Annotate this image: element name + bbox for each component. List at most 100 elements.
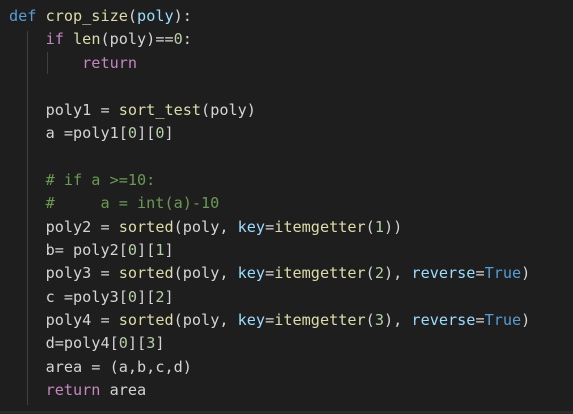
code-token: poly3 — [9, 264, 101, 283]
code-token: = — [100, 217, 110, 236]
code-token: sort_test — [118, 100, 202, 119]
code-token: itemgetter — [274, 264, 366, 283]
code-token: ) — [521, 311, 531, 330]
code-token: return — [82, 53, 138, 72]
code-lines[interactable]: def crop_size(poly): if len(poly)==0: re… — [9, 5, 573, 403]
code-token: area — [9, 357, 92, 376]
code-token: b — [9, 240, 55, 259]
code-token: reverse — [411, 264, 476, 283]
code-token: (poly, — [173, 264, 238, 283]
code-line[interactable]: if len(poly)==0: — [9, 28, 573, 51]
code-token: = — [63, 123, 74, 142]
code-line[interactable]: ​ — [9, 75, 573, 98]
code-token: (poly) — [100, 30, 156, 49]
code-token: poly2 — [9, 217, 101, 236]
code-line[interactable]: ​ — [9, 145, 573, 168]
code-token: a — [9, 123, 64, 142]
code-token: 0 — [118, 334, 128, 353]
code-token: (poly, — [173, 311, 238, 330]
code-token: ( — [127, 7, 138, 25]
code-token: if — [45, 30, 64, 49]
code-token: 1 — [374, 217, 384, 236]
code-token: True — [484, 311, 522, 330]
code-token: ), — [383, 311, 412, 330]
code-token: 0 — [127, 123, 138, 142]
code-token: key — [237, 264, 266, 283]
code-token: = — [265, 264, 275, 283]
code-token: = — [100, 264, 110, 283]
code-token: itemgetter — [274, 217, 366, 236]
code-token: 3 — [146, 334, 156, 353]
code-token: = — [54, 240, 64, 259]
code-editor[interactable]: def crop_size(poly): if len(poly)==0: re… — [0, 0, 573, 414]
code-token: # if a >=10: — [45, 170, 156, 189]
code-line[interactable]: return — [9, 52, 573, 75]
code-token: = — [100, 100, 110, 119]
code-line[interactable]: b= poly2[0][1] — [9, 239, 573, 262]
code-token: c — [9, 287, 64, 306]
code-token: ][ — [137, 123, 156, 142]
code-token: key — [237, 311, 266, 330]
code-line[interactable]: poly4 = sorted(poly, key=itemgetter(3), … — [9, 309, 573, 332]
code-line[interactable]: poly3 = sorted(poly, key=itemgetter(2), … — [9, 262, 573, 285]
code-token: poly — [137, 7, 174, 25]
code-token: ][ — [127, 334, 147, 353]
code-token: ( — [365, 217, 375, 236]
code-token: 0 — [127, 287, 138, 306]
code-token: = — [100, 311, 110, 330]
code-token: 2 — [374, 264, 384, 283]
code-token: ] — [164, 287, 174, 306]
code-token: (a,b,c,d) — [100, 357, 192, 376]
code-token: itemgetter — [274, 311, 366, 330]
code-token: == — [155, 30, 174, 49]
code-token: = — [475, 264, 485, 283]
code-token: 3 — [374, 311, 384, 330]
code-line[interactable]: return area — [9, 379, 573, 402]
code-token: ][ — [137, 287, 156, 306]
code-token: key — [237, 217, 266, 236]
code-line[interactable]: c =poly3[0][2] — [9, 286, 573, 309]
code-token: len — [73, 30, 101, 49]
code-token: ): — [173, 7, 192, 25]
code-line[interactable]: a =poly1[0][0] — [9, 122, 573, 145]
code-token: : — [182, 30, 192, 49]
code-token: reverse — [411, 311, 476, 330]
code-token: (poly, — [173, 217, 238, 236]
code-token: poly4[ — [63, 334, 119, 353]
code-token: sorted — [118, 311, 174, 330]
code-line[interactable]: d=poly4[0][3] — [9, 332, 573, 355]
code-token: 0 — [155, 123, 165, 142]
code-token: # a = int(a)-10 — [45, 194, 220, 213]
code-token: ( — [365, 264, 375, 283]
code-token: = — [54, 334, 64, 353]
code-token: d — [9, 334, 55, 353]
code-token: )) — [383, 217, 403, 236]
code-token: poly4 — [9, 311, 101, 330]
code-token: return — [45, 381, 101, 400]
code-line[interactable]: poly1 = sort_test(poly) — [9, 99, 573, 122]
code-token: poly1 — [9, 100, 101, 119]
code-token: 0 — [173, 30, 183, 49]
code-token: ] — [164, 240, 174, 259]
code-token: ][ — [137, 240, 156, 259]
code-line[interactable]: # if a >=10: — [9, 169, 573, 192]
code-token: True — [484, 264, 522, 283]
code-line[interactable]: area = (a,b,c,d) — [9, 356, 573, 379]
code-token: 2 — [155, 287, 165, 306]
code-line[interactable]: poly2 = sorted(poly, key=itemgetter(1)) — [9, 216, 573, 239]
code-line[interactable]: def crop_size(poly): — [9, 5, 573, 28]
code-token: ] — [164, 123, 174, 142]
code-line[interactable]: # a = int(a)-10 — [9, 192, 573, 215]
code-token: sorted — [118, 264, 174, 283]
code-token: poly1[ — [73, 123, 128, 142]
code-token: = — [265, 217, 275, 236]
